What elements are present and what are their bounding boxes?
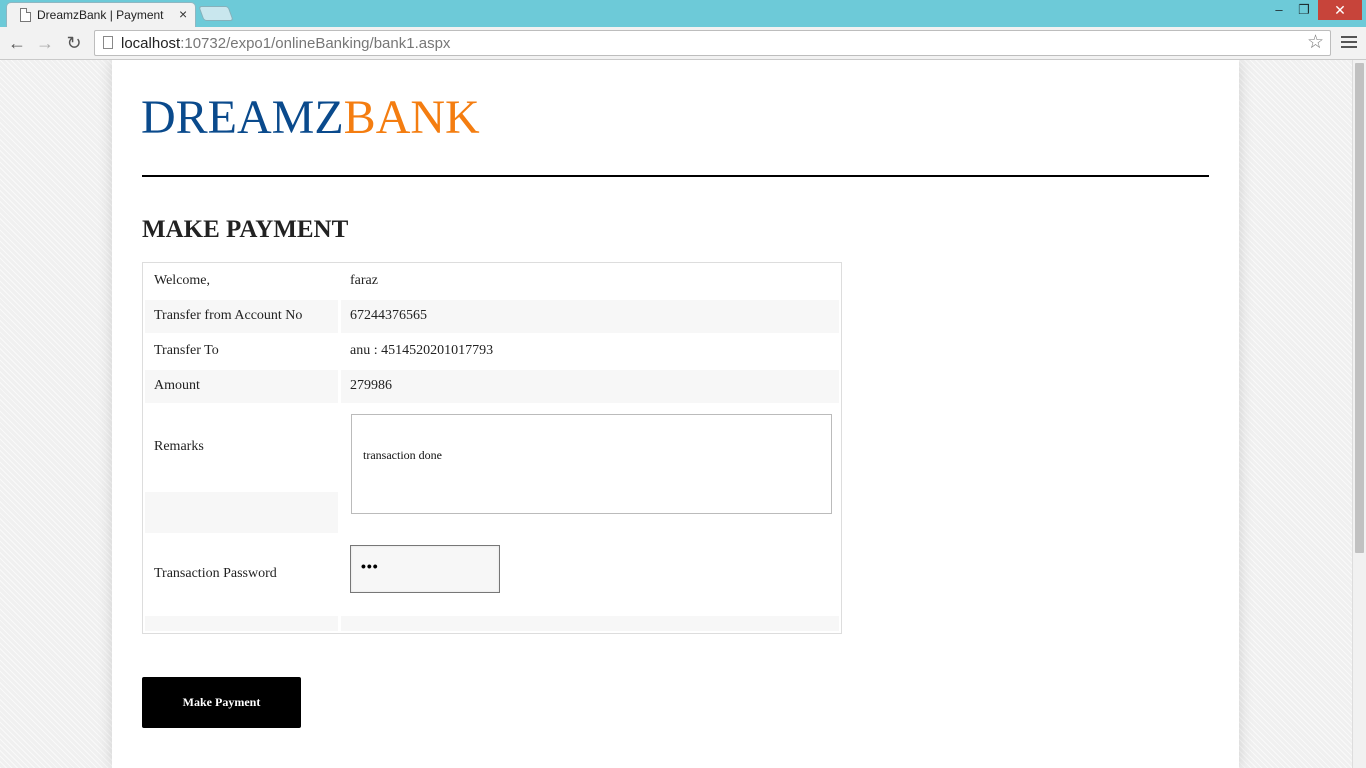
scrollbar-thumb[interactable] xyxy=(1355,63,1364,553)
page-container: DREAMZBANK MAKE PAYMENT Welcome, faraz T… xyxy=(112,60,1239,768)
table-row: Transfer from Account No 67244376565 xyxy=(145,300,839,333)
address-bar[interactable]: localhost:10732/expo1/onlineBanking/bank… xyxy=(94,30,1331,56)
browser-menu-icon[interactable] xyxy=(1341,33,1357,53)
table-row xyxy=(145,616,839,631)
tab-title: DreamzBank | Payment xyxy=(37,8,164,22)
from-account-value: 67244376565 xyxy=(350,308,427,323)
from-account-label: Transfer from Account No xyxy=(154,308,303,323)
remarks-label: Remarks xyxy=(154,439,204,454)
url-host: localhost xyxy=(121,35,181,52)
browser-toolbar: ← → ↻ localhost:10732/expo1/onlineBankin… xyxy=(0,27,1366,60)
minimize-button[interactable]: – xyxy=(1266,0,1292,20)
password-field[interactable]: ••• xyxy=(350,545,500,593)
bookmark-star-icon[interactable]: ☆ xyxy=(1307,32,1324,54)
password-label: Transaction Password xyxy=(154,566,277,581)
header-divider xyxy=(142,175,1209,177)
table-row: Amount 279986 xyxy=(145,370,839,403)
welcome-value: faraz xyxy=(350,273,378,288)
logo-part-bank: BANK xyxy=(343,91,480,144)
make-payment-button[interactable]: Make Payment xyxy=(142,677,301,728)
transfer-to-value: anu : 4514520201017793 xyxy=(350,343,494,358)
url-text[interactable]: localhost:10732/expo1/onlineBanking/bank… xyxy=(121,35,450,52)
close-window-button[interactable]: ✕ xyxy=(1318,0,1362,20)
table-row: Remarks transaction done xyxy=(145,405,839,533)
page-icon xyxy=(20,8,31,22)
vertical-scrollbar[interactable] xyxy=(1352,60,1366,768)
transfer-to-label: Transfer To xyxy=(154,343,219,358)
logo-part-dreamz: DREAMZ xyxy=(141,91,344,144)
amount-value: 279986 xyxy=(350,378,392,393)
remarks-textarea[interactable]: transaction done xyxy=(351,414,832,514)
table-row: Transaction Password ••• xyxy=(145,535,839,614)
browser-title-bar: DreamzBank | Payment × – ❐ ✕ xyxy=(0,0,1366,27)
maximize-button[interactable]: ❐ xyxy=(1291,0,1317,20)
payment-form-table: Welcome, faraz Transfer from Account No … xyxy=(142,262,842,634)
page-viewport: DREAMZBANK MAKE PAYMENT Welcome, faraz T… xyxy=(0,60,1352,768)
table-row: Welcome, faraz xyxy=(145,265,839,298)
remarks-text: transaction done xyxy=(363,448,442,462)
new-tab-button[interactable] xyxy=(198,6,234,21)
page-icon xyxy=(103,36,113,49)
page-title: MAKE PAYMENT xyxy=(142,216,349,243)
back-arrow-icon[interactable]: ← xyxy=(6,32,28,54)
password-mask: ••• xyxy=(361,558,379,574)
browser-tab[interactable]: DreamzBank | Payment × xyxy=(6,2,196,27)
forward-arrow-icon[interactable]: → xyxy=(34,32,56,54)
welcome-label: Welcome, xyxy=(154,273,211,288)
table-row: Transfer To anu : 4514520201017793 xyxy=(145,335,839,368)
url-path: :10732/expo1/onlineBanking/bank1.aspx xyxy=(180,35,451,52)
tab-close-icon[interactable]: × xyxy=(179,6,187,22)
reload-icon[interactable]: ↻ xyxy=(63,32,85,54)
amount-label: Amount xyxy=(154,378,200,393)
bank-logo[interactable]: DREAMZBANK xyxy=(141,90,480,146)
